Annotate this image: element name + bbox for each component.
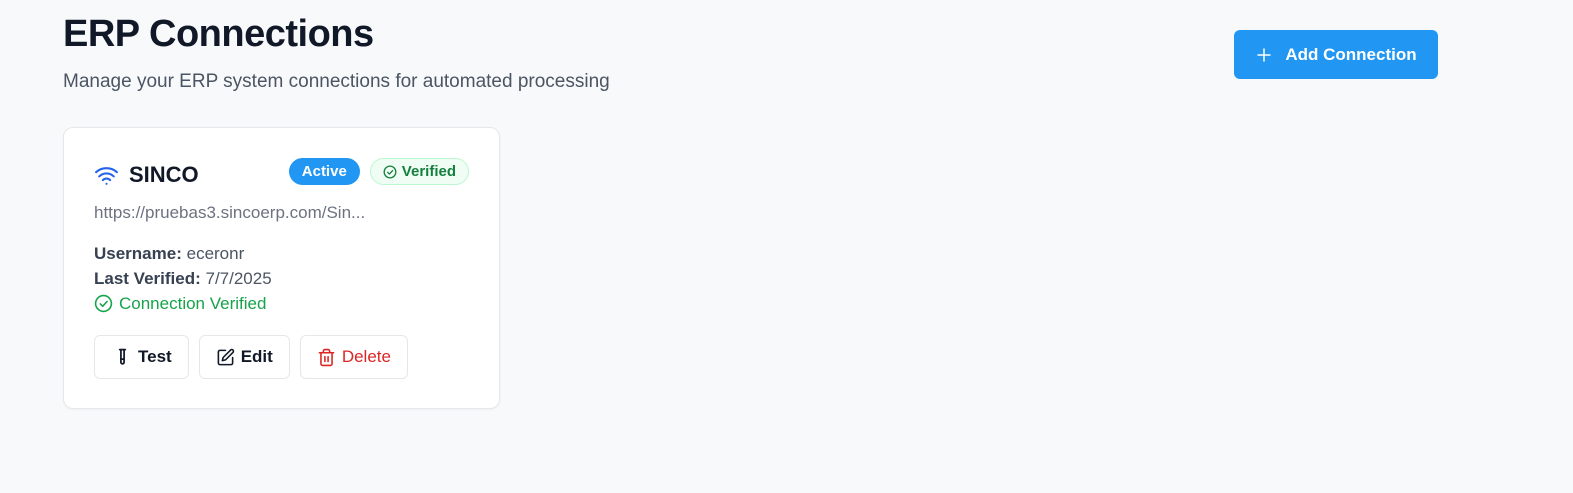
connection-url: https://pruebas3.sincoerp.com/Sin...	[94, 203, 366, 222]
trash-icon	[318, 348, 335, 366]
last-verified-label: Last Verified:	[94, 269, 201, 288]
username-value: eceronr	[186, 244, 245, 263]
delete-button-label: Delete	[341, 347, 391, 366]
connection-card-header: SINCO Active Verified	[94, 158, 469, 194]
verified-badge-label: Verified	[401, 163, 456, 180]
edit-button-label: Edit	[240, 347, 273, 366]
erp-connections-page: ERP Connections Manage your ERP system c…	[0, 0, 1573, 493]
verified-badge: Verified	[369, 158, 469, 185]
last-verified-row: Last Verified: 7/7/2025	[94, 266, 272, 291]
test-tube-icon	[118, 348, 127, 365]
connection-actions: Test Edit Delete	[94, 335, 408, 379]
check-circle-icon	[383, 165, 397, 178]
connection-card: SINCO Active Verified https://pruebas3.s…	[63, 127, 500, 409]
delete-button[interactable]: Delete	[299, 335, 408, 379]
edit-icon	[217, 348, 234, 365]
connection-details: Username: eceronr Last Verified: 7/7/202…	[94, 241, 272, 316]
connection-status-text: Connection Verified	[119, 294, 267, 313]
last-verified-value: 7/7/2025	[205, 269, 272, 288]
page-title: ERP Connections	[63, 13, 374, 55]
connection-badges: Active Verified	[288, 158, 469, 185]
wifi-icon	[95, 166, 118, 185]
username-row: Username: eceronr	[94, 241, 272, 266]
test-button[interactable]: Test	[94, 335, 189, 379]
test-button-label: Test	[138, 347, 172, 366]
connection-status: Connection Verified	[94, 291, 272, 316]
plus-icon	[1257, 47, 1272, 62]
add-connection-button[interactable]: Add Connection	[1234, 30, 1438, 79]
page-subtitle: Manage your ERP system connections for a…	[63, 71, 610, 92]
status-badge: Active	[288, 158, 360, 185]
username-label: Username:	[94, 244, 182, 263]
connection-name: SINCO	[94, 162, 199, 188]
edit-button[interactable]: Edit	[198, 335, 290, 379]
connection-name-text: SINCO	[129, 162, 199, 187]
check-circle-icon	[94, 294, 113, 313]
add-connection-label: Add Connection	[1285, 44, 1417, 64]
